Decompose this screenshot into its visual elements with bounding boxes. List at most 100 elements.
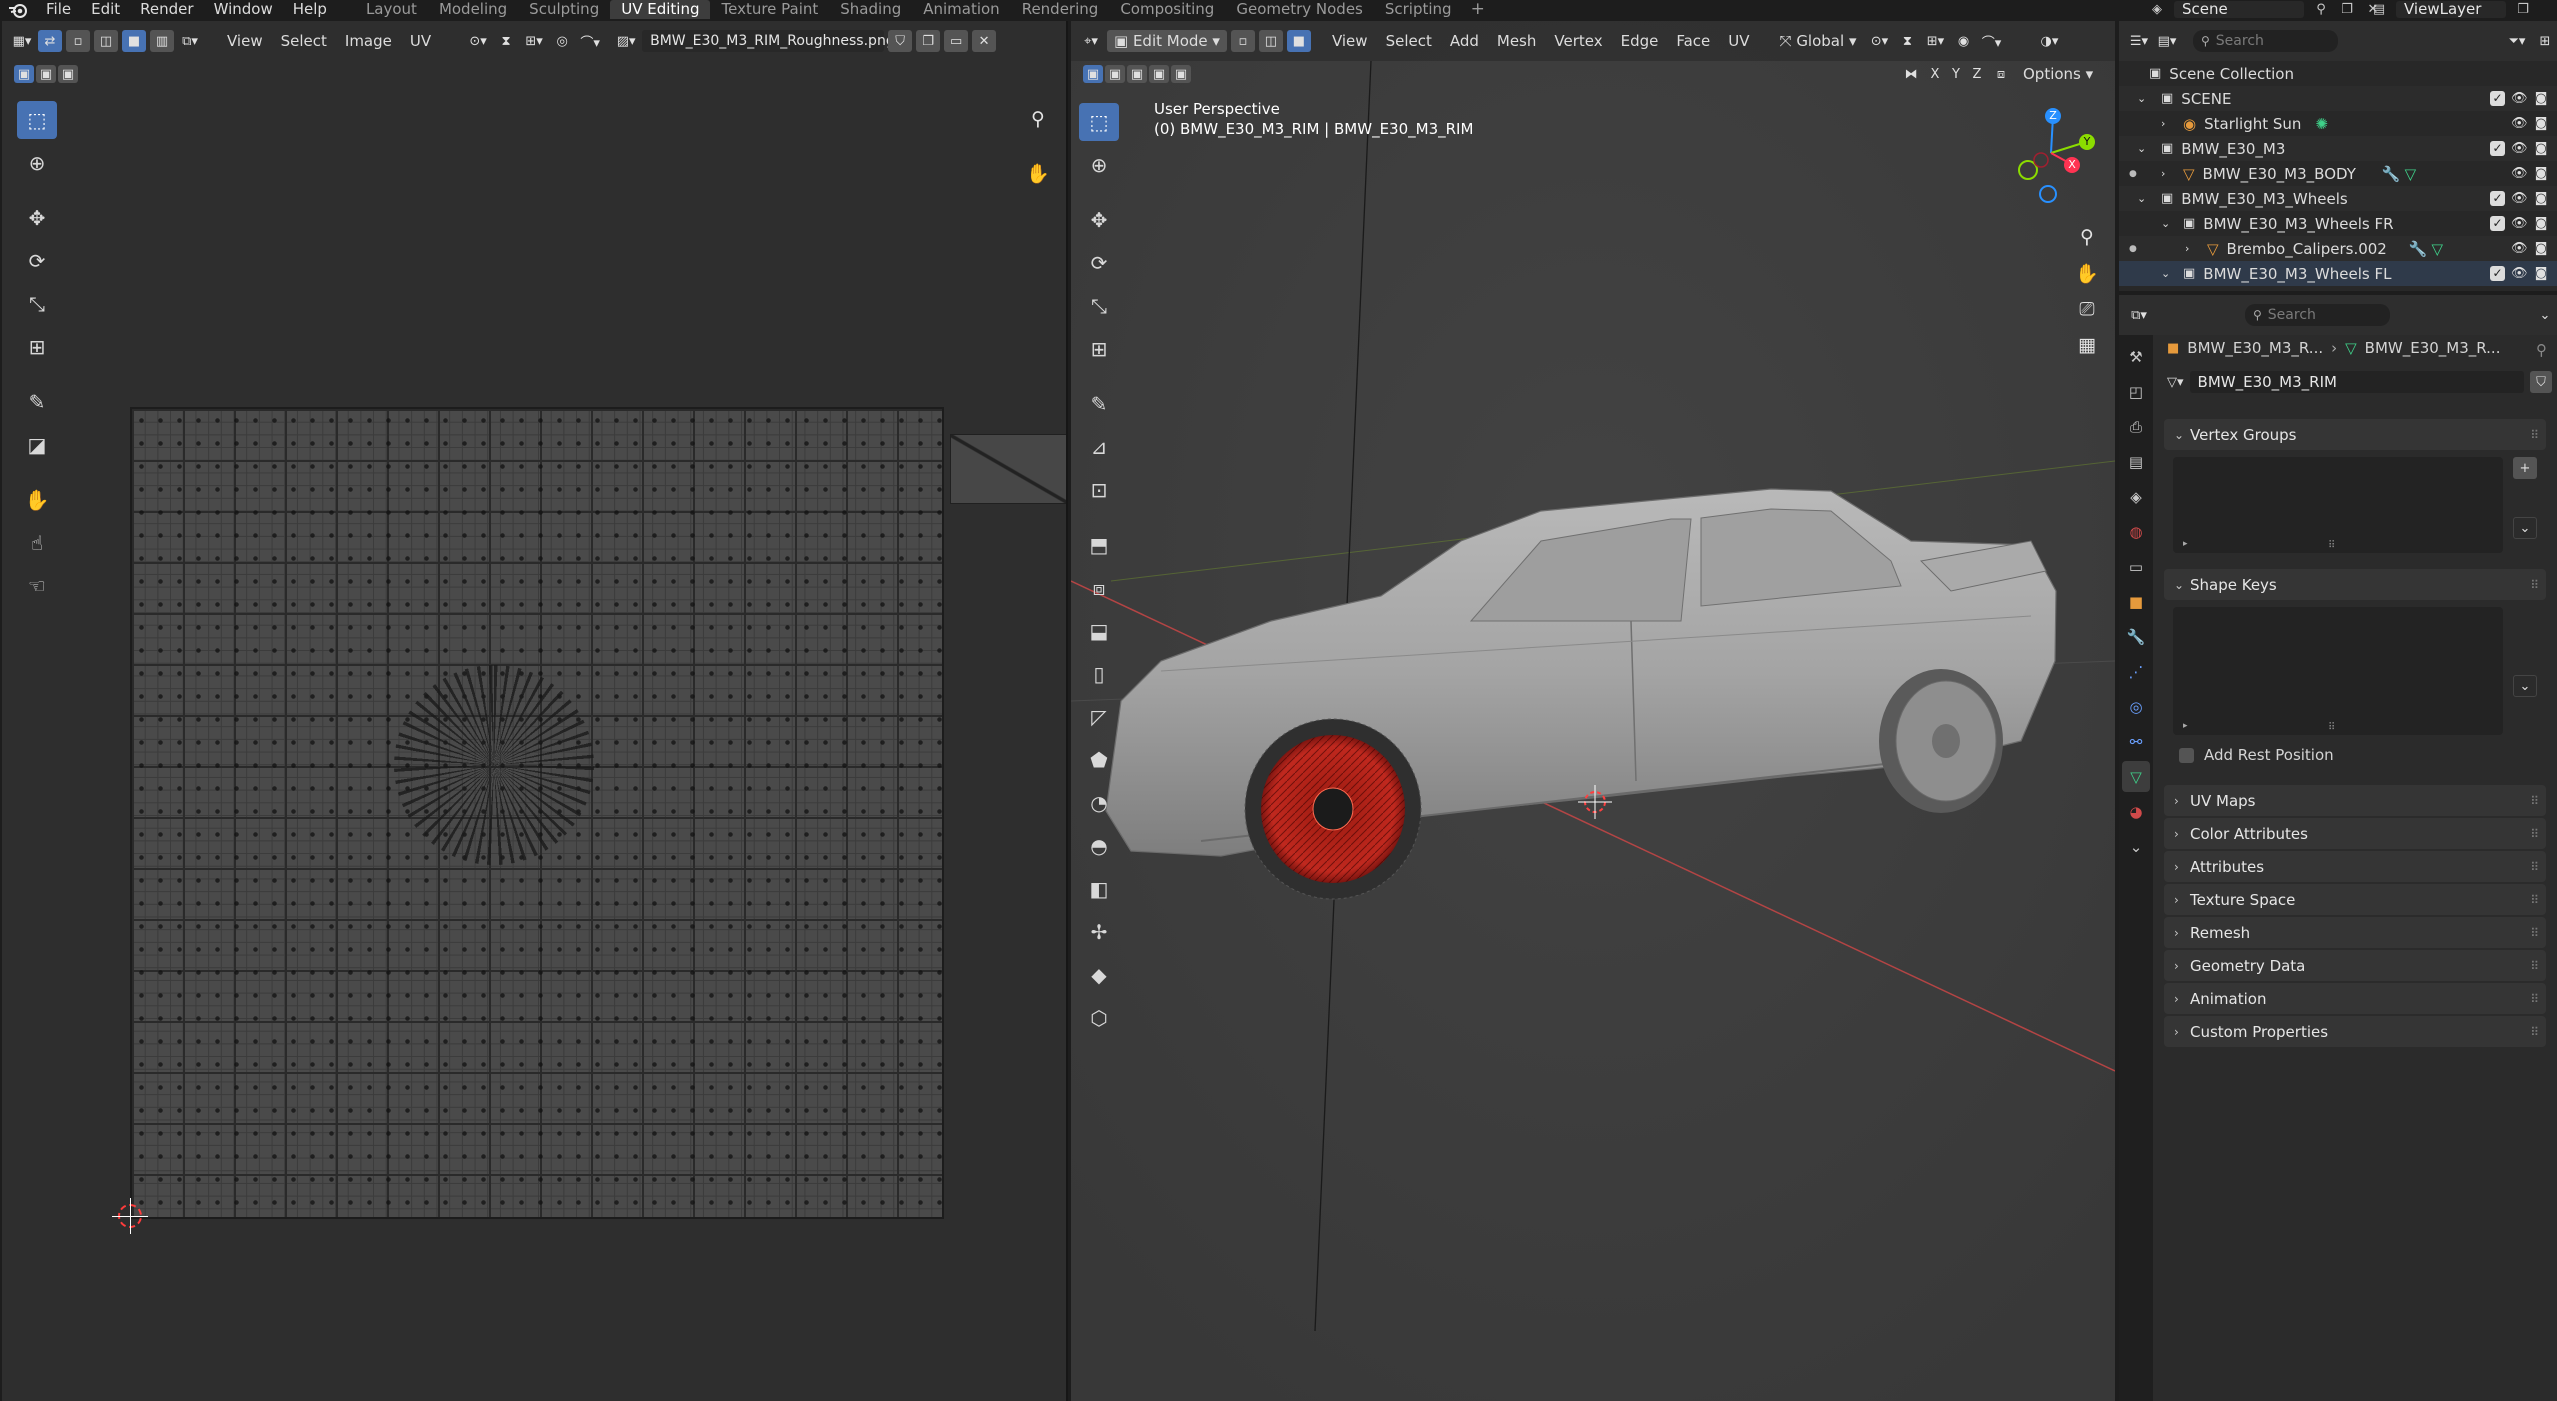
select-extend-icon[interactable]: ▣ bbox=[1105, 65, 1125, 83]
uv-editor[interactable]: ▦▾ ⇄ ▫ ◫ ■ ▥ ⧉▾ View Select Image UV ⊙▾ … bbox=[2, 21, 1068, 1401]
outliner-row-scene[interactable]: ⌄ ▣ SCENE ✓ 👁 ◙ bbox=[2119, 86, 2557, 111]
tab-rendering[interactable]: Rendering bbox=[1011, 0, 1110, 19]
transform-tool-icon[interactable]: ⊞ bbox=[17, 328, 57, 366]
zoom-icon[interactable]: ⚲ bbox=[1022, 103, 1054, 135]
menu-edit[interactable]: Edit bbox=[81, 0, 130, 19]
drag-grip-icon[interactable]: ⠿ bbox=[2530, 428, 2539, 442]
proportional-edit-icon[interactable]: ◉ bbox=[1951, 30, 1975, 52]
menu-view[interactable]: View bbox=[220, 30, 270, 52]
smooth-tool-icon[interactable]: ◓ bbox=[1079, 827, 1119, 865]
camera-icon[interactable]: ◙ bbox=[2533, 191, 2549, 206]
panel-uv-maps[interactable]: › UV Maps ⠿ bbox=[2164, 785, 2546, 816]
snap-icon[interactable]: ⧗ bbox=[1895, 30, 1919, 52]
drag-grip-icon[interactable]: ⠿ bbox=[2530, 992, 2539, 1006]
fake-user-shield-icon[interactable]: ⛉ bbox=[888, 30, 913, 52]
menu-face[interactable]: Face bbox=[1669, 30, 1717, 52]
gizmo-z[interactable]: Z bbox=[2045, 108, 2061, 124]
menu-render[interactable]: Render bbox=[130, 0, 203, 19]
uv-layout-grid[interactable] bbox=[130, 407, 944, 1219]
object-tab-icon[interactable]: ■ bbox=[2122, 586, 2150, 617]
tab-compositing[interactable]: Compositing bbox=[1109, 0, 1225, 19]
menu-file[interactable]: File bbox=[36, 0, 81, 19]
drag-grip-icon[interactable]: ⠿ bbox=[2530, 893, 2539, 907]
outliner[interactable]: ☰▾ ▤▾ ⚲ Search ⏷▾ ⊞ ▣ Scene Collection ⌄… bbox=[2119, 21, 2557, 291]
chevron-down-icon[interactable]: ⌄ bbox=[2161, 217, 2177, 230]
edge-select-icon[interactable]: ◫ bbox=[94, 30, 118, 52]
eye-icon[interactable]: 👁 bbox=[2511, 166, 2528, 181]
move-tool-icon[interactable]: ✥ bbox=[1079, 201, 1119, 239]
new-collection-icon[interactable]: ⊞ bbox=[2533, 30, 2557, 52]
outliner-row-wheels-fr[interactable]: ⌄ ▣ BMW_E30_M3_Wheels FR ✓ 👁 ◙ bbox=[2119, 211, 2557, 236]
face-select-icon[interactable]: ■ bbox=[122, 30, 146, 52]
select-invert-icon[interactable]: ▣ bbox=[1149, 65, 1169, 83]
vertex-group-menu-icon[interactable]: ⌄ bbox=[2513, 517, 2537, 539]
loop-cut-tool-icon[interactable]: ▯ bbox=[1079, 655, 1119, 693]
eye-icon[interactable]: 👁 bbox=[2511, 141, 2528, 156]
chevron-down-icon[interactable]: ⌄ bbox=[2137, 92, 2153, 105]
edge-slide-tool-icon[interactable]: ◧ bbox=[1079, 870, 1119, 908]
2d-cursor-icon[interactable] bbox=[112, 1198, 148, 1234]
add-cube-tool-icon[interactable]: ⊡ bbox=[1079, 471, 1119, 509]
drag-grip-icon[interactable]: ⠿ bbox=[2530, 926, 2539, 940]
outliner-row-body[interactable]: ● › ▽ BMW_E30_M3_BODY 🔧 ▽ 👁 ◙ bbox=[2119, 161, 2557, 186]
camera-view-icon[interactable]: ⎚ bbox=[2071, 293, 2103, 325]
camera-icon[interactable]: ◙ bbox=[2533, 166, 2549, 181]
zoom-icon[interactable]: ⚲ bbox=[2071, 221, 2103, 253]
tool-tab-icon[interactable]: ⚒ bbox=[2122, 341, 2150, 372]
chevron-down-icon[interactable]: ⌄ bbox=[2533, 304, 2557, 326]
texture-tab-icon[interactable]: ⌄ bbox=[2122, 831, 2150, 862]
particles-tab-icon[interactable]: ⋰ bbox=[2122, 656, 2150, 687]
menu-vertex[interactable]: Vertex bbox=[1547, 30, 1609, 52]
annotate-tool-icon[interactable]: ✎ bbox=[17, 383, 57, 421]
grid-perspective-icon[interactable]: ▦ bbox=[2071, 329, 2103, 361]
mesh-name-field[interactable]: BMW_E30_M3_RIM bbox=[2189, 371, 2524, 393]
tab-texture-paint[interactable]: Texture Paint bbox=[710, 0, 829, 19]
scene-name-field[interactable]: Scene bbox=[2174, 1, 2304, 18]
edge-select-icon[interactable]: ◫ bbox=[1258, 30, 1283, 52]
grab-tool-icon[interactable]: ✋ bbox=[17, 481, 57, 519]
camera-icon[interactable]: ◙ bbox=[2533, 116, 2549, 131]
proportional-edit-icon[interactable]: ◎ bbox=[550, 30, 574, 52]
eye-icon[interactable]: 👁 bbox=[2511, 91, 2528, 106]
chevron-right-icon[interactable]: › bbox=[2185, 242, 2201, 255]
select-new-icon[interactable]: ▣ bbox=[1083, 65, 1103, 83]
eye-icon[interactable]: 👁 bbox=[2511, 216, 2528, 231]
snap-target-icon[interactable]: ⊞▾ bbox=[522, 30, 546, 52]
outliner-row-wheels[interactable]: ⌄ ▣ BMW_E30_M3_Wheels ✓ 👁 ◙ bbox=[2119, 186, 2557, 211]
constraints-tab-icon[interactable]: ⚯ bbox=[2122, 726, 2150, 757]
camera-icon[interactable]: ◙ bbox=[2533, 91, 2549, 106]
panel-texture-space[interactable]: › Texture Space ⠿ bbox=[2164, 884, 2546, 915]
world-tab-icon[interactable]: ◍ bbox=[2122, 516, 2150, 547]
editor-type-icon[interactable]: ☰▾ bbox=[2127, 30, 2151, 52]
mirror-z-toggle[interactable]: Z bbox=[1968, 63, 1986, 85]
add-vertex-group-icon[interactable]: + bbox=[2513, 457, 2537, 479]
view-layer-tab-icon[interactable]: ▤ bbox=[2122, 446, 2150, 477]
menu-select[interactable]: Select bbox=[274, 30, 334, 52]
3d-viewport[interactable]: ⌖▾ ▣ Edit Mode ▾ ▫ ◫ ■ View Select Add M… bbox=[1071, 21, 2115, 1401]
shape-keys-list[interactable]: ▸ ⠿ bbox=[2173, 607, 2503, 735]
eye-icon[interactable]: 👁 bbox=[2511, 191, 2528, 206]
duplicate-icon[interactable]: ❐ bbox=[2514, 2, 2532, 18]
camera-icon[interactable]: ◙ bbox=[2533, 241, 2549, 256]
viewlayer-name-field[interactable]: ViewLayer bbox=[2396, 1, 2506, 18]
list-resize-grip-icon[interactable]: ⠿ bbox=[2328, 722, 2335, 733]
select-box-tool-icon[interactable]: ⬚ bbox=[1079, 103, 1119, 141]
chevron-down-icon[interactable]: ⌄ bbox=[2161, 267, 2177, 280]
image-browse-icon[interactable]: ▨▾ bbox=[614, 30, 638, 52]
drag-grip-icon[interactable]: ⠿ bbox=[2530, 578, 2539, 592]
eye-icon[interactable]: 👁 bbox=[2511, 116, 2528, 131]
properties-search-box[interactable]: ⚲ Search bbox=[2245, 304, 2390, 326]
rotate-tool-icon[interactable]: ⟳ bbox=[1079, 244, 1119, 282]
bevel-tool-icon[interactable]: ⬓ bbox=[1079, 612, 1119, 650]
display-mode-icon[interactable]: ▤▾ bbox=[2155, 30, 2179, 52]
outliner-row-wheels-fl[interactable]: ⌄ ▣ BMW_E30_M3_Wheels FL ✓ 👁 ◙ bbox=[2119, 261, 2557, 286]
select-box-tool-icon[interactable]: ⬚ bbox=[17, 101, 57, 139]
output-tab-icon[interactable]: ⎙ bbox=[2122, 411, 2150, 442]
scale-tool-icon[interactable]: ⤡ bbox=[17, 285, 57, 323]
select-subtract-icon[interactable]: ▣ bbox=[58, 65, 78, 83]
chevron-down-icon[interactable]: ⌄ bbox=[2137, 142, 2153, 155]
blender-logo-icon[interactable] bbox=[0, 0, 36, 19]
relax-tool-icon[interactable]: ☝ bbox=[17, 524, 57, 562]
drag-grip-icon[interactable]: ⠿ bbox=[2530, 959, 2539, 973]
tab-sculpting[interactable]: Sculpting bbox=[518, 0, 610, 19]
